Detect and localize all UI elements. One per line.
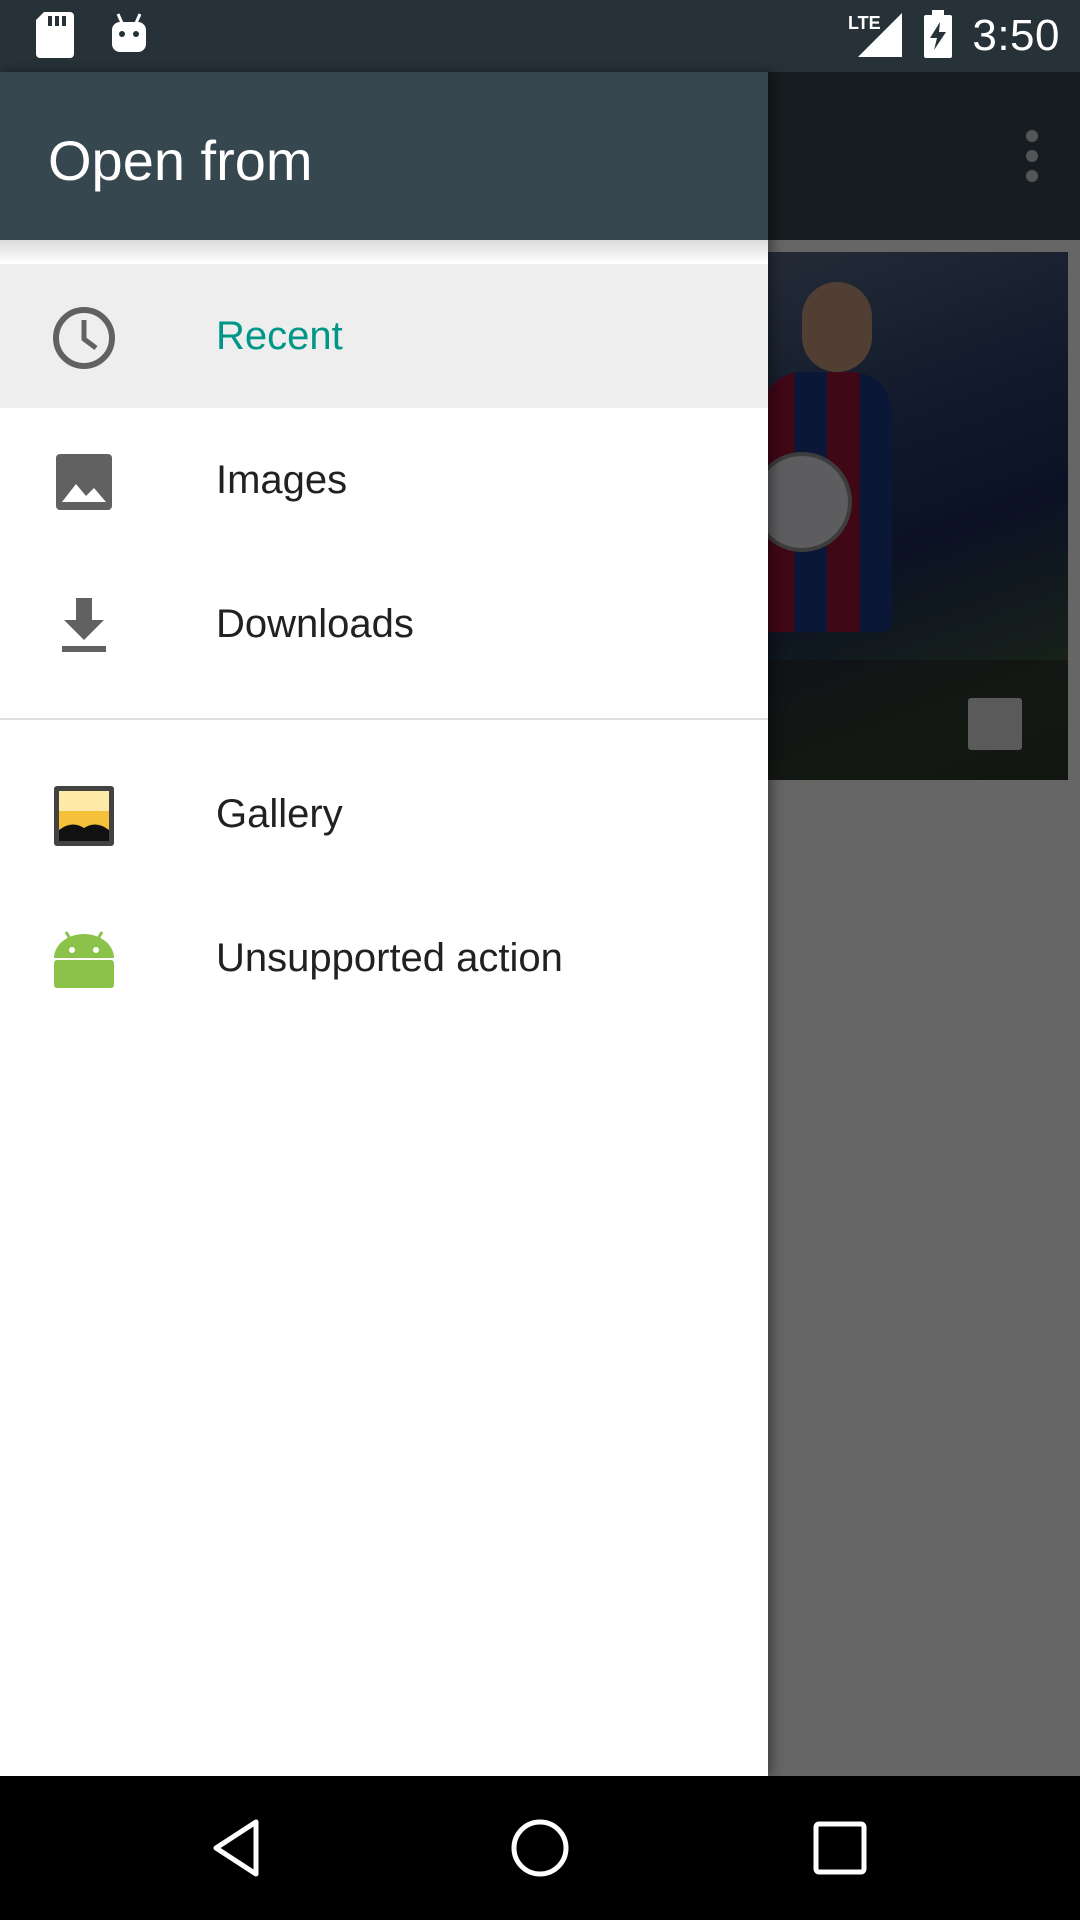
home-icon[interactable]	[508, 1816, 572, 1880]
lte-signal-icon: LTE	[848, 9, 904, 64]
sd-card-icon	[36, 12, 74, 63]
drawer-app-unsupported-action[interactable]: Unsupported action	[0, 886, 768, 1030]
drawer-title: Open from	[48, 129, 313, 192]
drawer-item-label: Recent	[216, 313, 343, 358]
back-icon[interactable]	[206, 1816, 270, 1880]
system-nav-bar	[0, 1776, 1080, 1920]
recents-icon[interactable]	[808, 1816, 872, 1880]
android-app-icon	[52, 928, 116, 992]
drawer-item-downloads[interactable]: Downloads	[0, 552, 768, 696]
drawer-item-images[interactable]: Images	[0, 408, 768, 552]
drawer-divider	[0, 718, 768, 720]
navigation-drawer: Open from Recent Images Downloads Galler…	[0, 72, 768, 1776]
svg-text:LTE: LTE	[848, 13, 881, 33]
drawer-item-recent[interactable]: Recent	[0, 264, 768, 408]
drawer-item-label: Gallery	[216, 791, 343, 836]
drawer-header: Open from	[0, 72, 768, 240]
drawer-app-gallery[interactable]: Gallery	[0, 742, 768, 886]
drawer-item-label: Unsupported action	[216, 935, 563, 980]
drawer-item-label: Images	[216, 457, 348, 502]
image-icon	[52, 450, 116, 514]
gallery-app-icon	[52, 784, 116, 848]
status-clock: 3:50	[972, 11, 1060, 60]
header-shadow	[0, 240, 768, 264]
battery-charging-icon	[922, 9, 954, 63]
status-bar: LTE 3:50	[0, 0, 1080, 72]
clock-icon	[52, 306, 116, 370]
download-icon	[52, 594, 116, 658]
android-notification-icon	[110, 12, 148, 63]
drawer-item-label: Downloads	[216, 601, 414, 646]
